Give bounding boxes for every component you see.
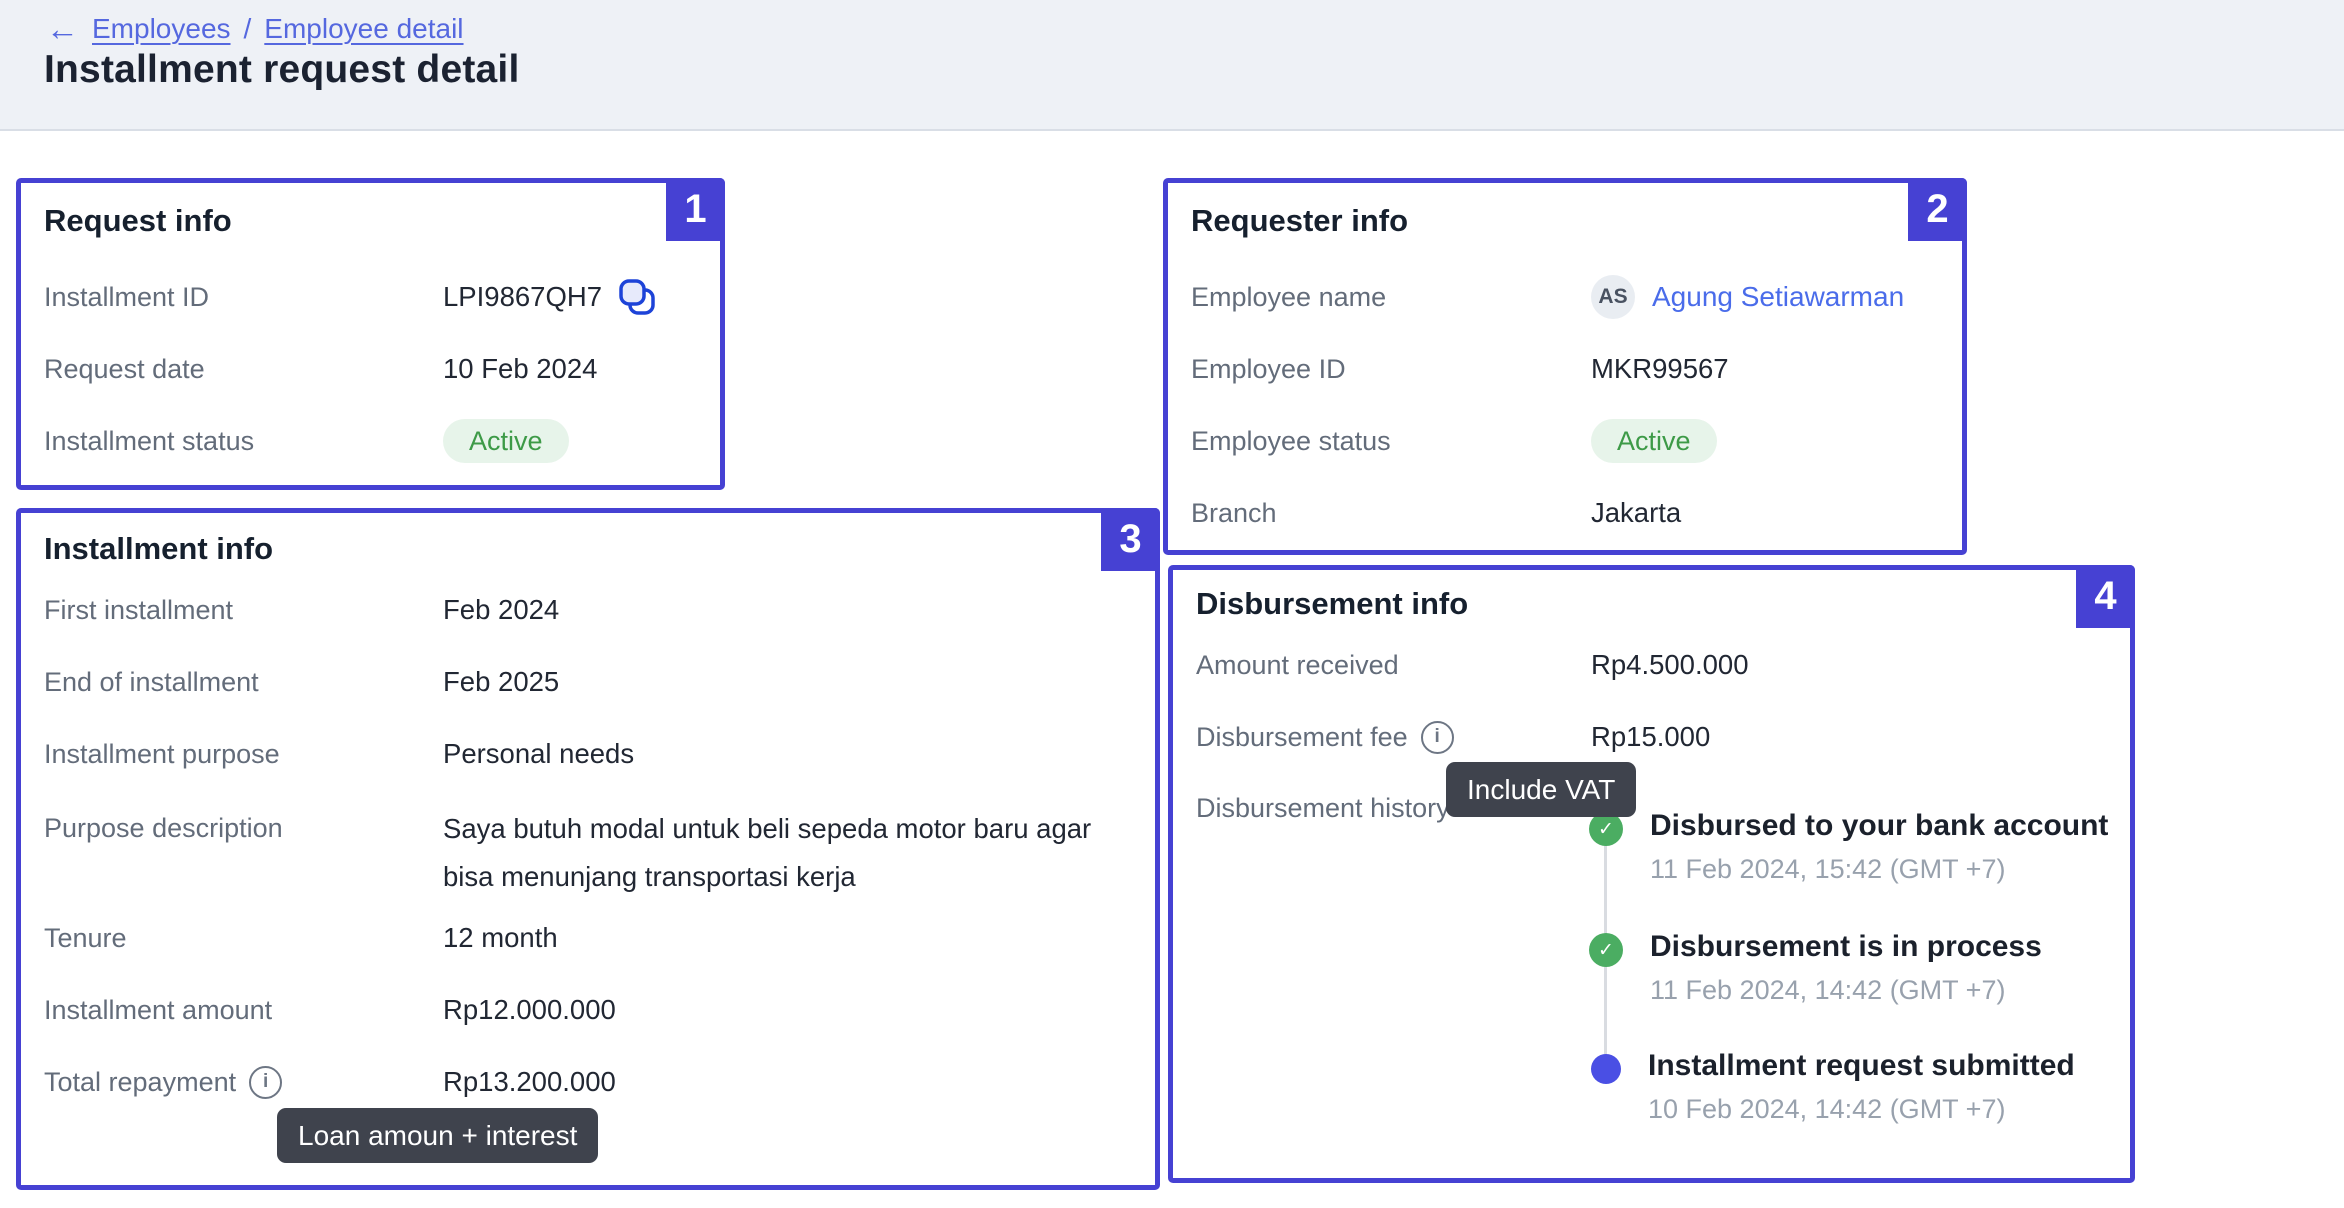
- avatar: AS: [1591, 275, 1635, 319]
- info-icon[interactable]: i: [1421, 721, 1454, 754]
- row-label: Installment ID: [44, 282, 443, 313]
- row-total-repayment: Total repayment i Rp13.200.000: [44, 1060, 616, 1104]
- check-circle-icon: ✓: [1589, 812, 1623, 846]
- row-installment-amount: Installment amount Rp12.000.000: [44, 988, 616, 1032]
- timeline-time: 11 Feb 2024, 14:42 (GMT +7): [1650, 973, 2042, 1007]
- status-badge: Active: [1591, 419, 1717, 463]
- breadcrumb-link-employees[interactable]: Employees: [92, 13, 231, 45]
- row-disbursement-fee: Disbursement fee i Rp15.000: [1196, 715, 1710, 759]
- row-label: End of installment: [44, 667, 443, 698]
- row-employee-id: Employee ID MKR99567: [1191, 347, 1729, 391]
- row-label: Employee name: [1191, 282, 1591, 313]
- row-employee-name: Employee name AS Agung Setiawarman: [1191, 275, 1904, 319]
- purpose-description-value: Saya butuh modal untuk beli sepeda motor…: [443, 805, 1098, 901]
- total-repayment-value: Rp13.200.000: [443, 1066, 616, 1098]
- card-title: Installment info: [44, 531, 273, 567]
- disbursement-info-card: 4 Disbursement info Amount received Rp4.…: [1168, 565, 2135, 1183]
- row-installment-id: Installment ID LPI9867QH7: [44, 275, 658, 319]
- tenure-value: 12 month: [443, 922, 558, 954]
- check-circle-icon: ✓: [1589, 933, 1623, 967]
- first-installment-value: Feb 2024: [443, 594, 559, 626]
- page-header: ← Employees / Employee detail Installmen…: [0, 0, 2344, 131]
- breadcrumb-separator: /: [244, 13, 252, 45]
- row-label: Tenure: [44, 923, 443, 954]
- row-label: Purpose description: [44, 813, 443, 844]
- installment-purpose-value: Personal needs: [443, 738, 634, 770]
- timeline-item-in-process: ✓ Disbursement is in process 11 Feb 2024…: [1589, 928, 2042, 1007]
- row-tenure: Tenure 12 month: [44, 916, 558, 960]
- amount-received-value: Rp4.500.000: [1591, 649, 1749, 681]
- timeline-title: Disbursement is in process: [1650, 928, 2042, 966]
- row-end-of-installment: End of installment Feb 2025: [44, 660, 559, 704]
- end-of-installment-value: Feb 2025: [443, 666, 559, 698]
- employee-id-value: MKR99567: [1591, 353, 1729, 385]
- row-branch: Branch Jakarta: [1191, 491, 1681, 535]
- timeline-time: 10 Feb 2024, 14:42 (GMT +7): [1648, 1092, 2075, 1126]
- card-title: Request info: [44, 203, 232, 239]
- timeline-title: Disbursed to your bank account: [1650, 807, 2108, 845]
- tooltip-disbursement-fee: Include VAT: [1446, 762, 1636, 817]
- row-request-date: Request date 10 Feb 2024: [44, 347, 597, 391]
- annotation-badge-4: 4: [2076, 565, 2135, 628]
- row-installment-status: Installment status Active: [44, 419, 569, 463]
- timeline-item-disbursed: ✓ Disbursed to your bank account 11 Feb …: [1589, 807, 2108, 886]
- timeline-time: 11 Feb 2024, 15:42 (GMT +7): [1650, 852, 2108, 886]
- annotation-badge-1: 1: [666, 178, 725, 241]
- timeline-title: Installment request submitted: [1648, 1047, 2075, 1085]
- row-purpose-description: Purpose description Saya butuh modal unt…: [44, 805, 1098, 901]
- installment-info-card: 3 Installment info First installment Feb…: [16, 508, 1160, 1190]
- status-badge: Active: [443, 419, 569, 463]
- installment-id-value: LPI9867QH7: [443, 281, 602, 313]
- row-employee-status: Employee status Active: [1191, 419, 1717, 463]
- row-label: Installment amount: [44, 995, 443, 1026]
- row-first-installment: First installment Feb 2024: [44, 588, 559, 632]
- dot-icon: [1591, 1054, 1621, 1084]
- installment-amount-value: Rp12.000.000: [443, 994, 616, 1026]
- card-title: Requester info: [1191, 203, 1408, 239]
- page-canvas: ← Employees / Employee detail Installmen…: [0, 0, 2344, 1208]
- row-label: Branch: [1191, 498, 1591, 529]
- annotation-badge-3: 3: [1101, 508, 1160, 571]
- row-installment-purpose: Installment purpose Personal needs: [44, 732, 634, 776]
- row-label: First installment: [44, 595, 443, 626]
- copy-icon[interactable]: [616, 276, 658, 318]
- annotation-badge-2: 2: [1908, 178, 1967, 241]
- row-label: Amount received: [1196, 650, 1591, 681]
- back-arrow-icon[interactable]: ←: [46, 12, 79, 45]
- row-label: Total repayment i: [44, 1066, 443, 1099]
- row-label: Installment purpose: [44, 739, 443, 770]
- disbursement-fee-value: Rp15.000: [1591, 721, 1710, 753]
- info-icon[interactable]: i: [249, 1066, 282, 1099]
- breadcrumb: ← Employees / Employee detail: [46, 12, 464, 45]
- row-amount-received: Amount received Rp4.500.000: [1196, 643, 1749, 687]
- request-info-card: 1 Request info Installment ID LPI9867QH7…: [16, 178, 725, 490]
- requester-info-card: 2 Requester info Employee name AS Agung …: [1163, 178, 1967, 555]
- breadcrumb-link-employee-detail[interactable]: Employee detail: [264, 13, 463, 45]
- row-label: Installment status: [44, 426, 443, 457]
- card-title: Disbursement info: [1196, 586, 1468, 622]
- request-date-value: 10 Feb 2024: [443, 353, 597, 385]
- row-label: Disbursement fee i: [1196, 721, 1591, 754]
- page-title: Installment request detail: [44, 48, 520, 92]
- row-label: Request date: [44, 354, 443, 385]
- tooltip-total-repayment: Loan amoun + interest: [277, 1108, 598, 1163]
- row-label: Employee ID: [1191, 354, 1591, 385]
- branch-value: Jakarta: [1591, 497, 1681, 529]
- employee-name-link[interactable]: Agung Setiawarman: [1652, 281, 1904, 313]
- row-label: Employee status: [1191, 426, 1591, 457]
- timeline-item-submitted: Installment request submitted 10 Feb 202…: [1589, 1047, 2075, 1126]
